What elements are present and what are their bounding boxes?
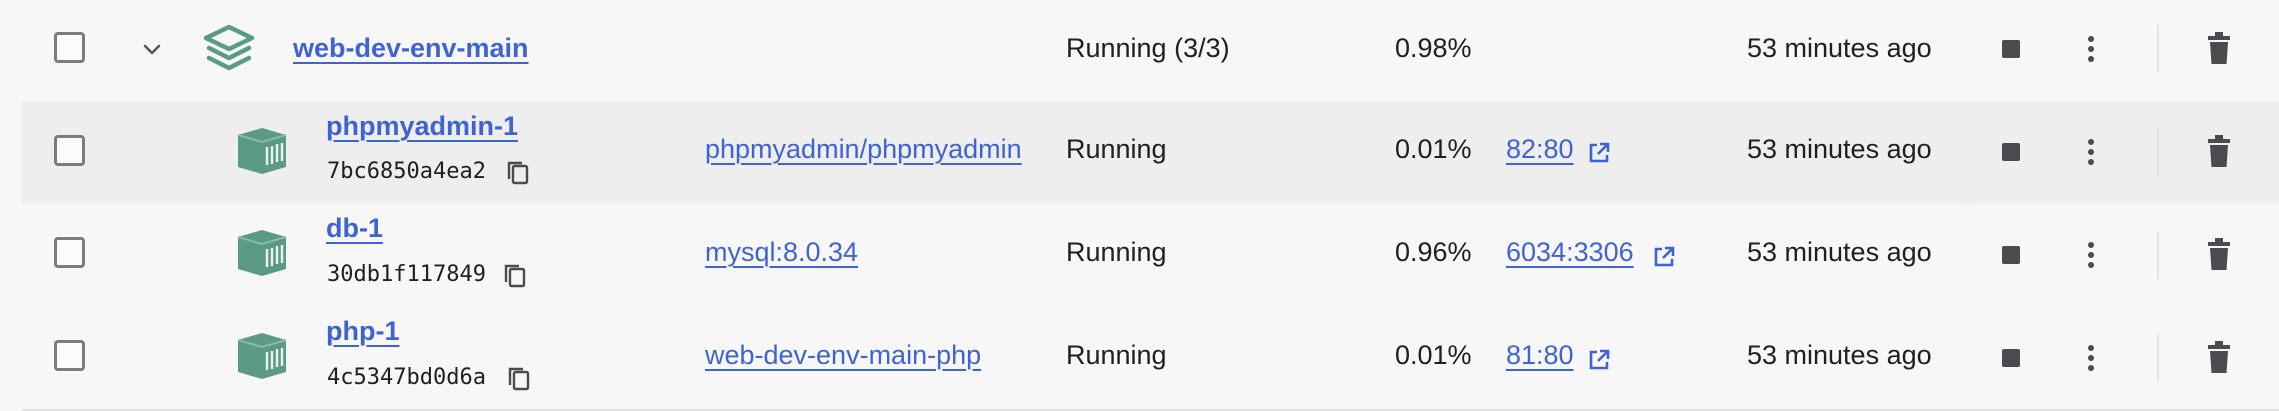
action-separator bbox=[2157, 25, 2159, 73]
stop-icon[interactable] bbox=[2002, 40, 2020, 58]
image-cell: web-dev-env-main-php bbox=[705, 340, 1050, 371]
select-checkbox[interactable] bbox=[54, 237, 85, 268]
table-row[interactable]: php-1 4c5347bd0d6a web-dev-env-main-php … bbox=[0, 308, 2279, 411]
stop-icon[interactable] bbox=[2002, 349, 2020, 367]
cpu-text: 0.01% bbox=[1395, 134, 1472, 164]
select-checkbox[interactable] bbox=[54, 32, 85, 63]
container-icon bbox=[237, 128, 287, 174]
image-cell: phpmyadmin/phpmyadmin bbox=[705, 134, 1050, 165]
kebab-menu-icon[interactable] bbox=[2078, 343, 2104, 373]
image-link[interactable]: phpmyadmin/phpmyadmin bbox=[705, 134, 1022, 164]
chevron-down-icon[interactable] bbox=[140, 37, 164, 61]
status-text: Running bbox=[1066, 340, 1167, 370]
last-started-text: 53 minutes ago bbox=[1747, 340, 1932, 370]
last-started-text: 53 minutes ago bbox=[1747, 33, 1932, 63]
stop-icon[interactable] bbox=[2002, 143, 2020, 161]
select-checkbox[interactable] bbox=[54, 340, 85, 371]
select-checkbox[interactable] bbox=[54, 135, 85, 166]
stop-icon[interactable] bbox=[2002, 246, 2020, 264]
last-started-text: 53 minutes ago bbox=[1747, 237, 1932, 267]
table-row[interactable]: db-1 30db1f117849 mysql:8.0.34 Running 0… bbox=[0, 205, 2279, 308]
copy-icon[interactable] bbox=[506, 160, 530, 186]
container-id: 30db1f117849 bbox=[327, 262, 486, 287]
external-link-icon[interactable] bbox=[1587, 141, 1611, 165]
container-name-link[interactable]: phpmyadmin-1 bbox=[326, 111, 518, 142]
action-separator bbox=[2157, 334, 2159, 382]
action-separator bbox=[2157, 128, 2159, 176]
external-link-icon[interactable] bbox=[1587, 348, 1611, 372]
status-text: Running bbox=[1066, 237, 1167, 267]
cpu-text: 0.96% bbox=[1395, 237, 1472, 267]
kebab-menu-icon[interactable] bbox=[2078, 240, 2104, 270]
container-icon bbox=[237, 230, 287, 276]
image-cell: mysql:8.0.34 bbox=[705, 237, 1050, 268]
image-link[interactable]: mysql:8.0.34 bbox=[705, 237, 858, 267]
container-icon bbox=[237, 333, 287, 379]
status-text: Running (3/3) bbox=[1066, 33, 1230, 63]
cpu-text: 0.98% bbox=[1395, 33, 1472, 63]
trash-icon[interactable] bbox=[2205, 32, 2233, 66]
status-text: Running bbox=[1066, 134, 1167, 164]
trash-icon[interactable] bbox=[2205, 135, 2233, 169]
container-id: 4c5347bd0d6a bbox=[327, 365, 486, 390]
last-started-text: 53 minutes ago bbox=[1747, 134, 1932, 164]
cpu-text: 0.01% bbox=[1395, 340, 1472, 370]
trash-icon[interactable] bbox=[2205, 341, 2233, 375]
stack-name-link[interactable]: web-dev-env-main bbox=[293, 33, 529, 64]
stack-icon bbox=[203, 24, 255, 71]
copy-icon[interactable] bbox=[503, 263, 527, 289]
kebab-menu-icon[interactable] bbox=[2078, 137, 2104, 167]
image-link[interactable]: web-dev-env-main-php bbox=[705, 340, 981, 370]
table-row[interactable]: phpmyadmin-1 7bc6850a4ea2 phpmyadmin/php… bbox=[0, 101, 2279, 204]
container-name-link[interactable]: php-1 bbox=[326, 316, 400, 347]
port-link[interactable]: 6034:3306 bbox=[1506, 237, 1634, 268]
port-link[interactable]: 81:80 bbox=[1506, 340, 1574, 371]
container-id: 7bc6850a4ea2 bbox=[327, 159, 486, 184]
copy-icon[interactable] bbox=[507, 366, 531, 392]
external-link-icon[interactable] bbox=[1652, 245, 1676, 269]
port-link[interactable]: 82:80 bbox=[1506, 134, 1574, 165]
containers-table: web-dev-env-main Running (3/3) 0.98% 53 … bbox=[0, 0, 2279, 411]
trash-icon[interactable] bbox=[2205, 238, 2233, 272]
container-name-link[interactable]: db-1 bbox=[326, 213, 383, 244]
action-separator bbox=[2157, 231, 2159, 279]
table-row-group[interactable]: web-dev-env-main Running (3/3) 0.98% 53 … bbox=[0, 0, 2279, 103]
kebab-menu-icon[interactable] bbox=[2078, 34, 2104, 64]
